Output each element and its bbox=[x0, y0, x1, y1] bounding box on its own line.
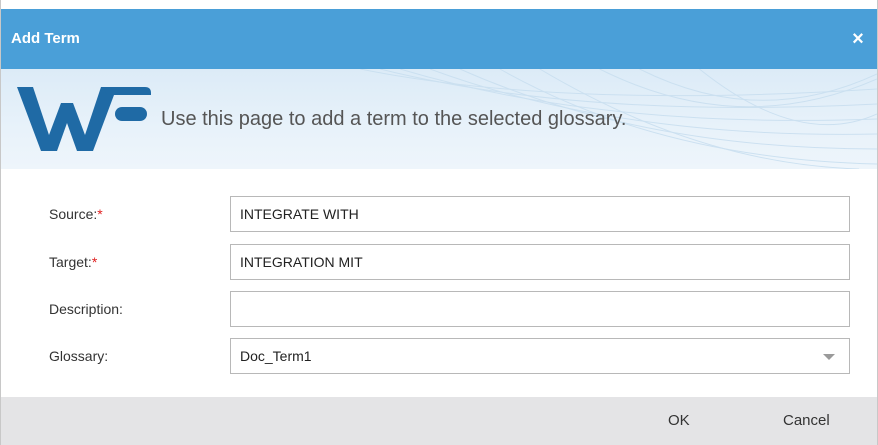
required-marker: * bbox=[91, 254, 98, 270]
add-term-dialog: Add Term × Use this page to add a term t bbox=[0, 0, 878, 445]
description-input[interactable] bbox=[230, 291, 850, 327]
target-label-text: Target: bbox=[49, 254, 92, 270]
target-label: Target:* bbox=[49, 244, 97, 280]
target-row: Target:* bbox=[1, 244, 877, 280]
source-label-text: Source: bbox=[49, 206, 98, 222]
banner-message: Use this page to add a term to the selec… bbox=[161, 108, 627, 130]
glossary-row: Glossary: Doc_Term1 bbox=[1, 338, 877, 374]
target-input[interactable] bbox=[230, 244, 850, 280]
description-label: Description: bbox=[49, 301, 123, 317]
glossary-selected-value: Doc_Term1 bbox=[240, 348, 312, 364]
glossary-label: Glossary: bbox=[49, 348, 109, 364]
wf-logo-icon bbox=[17, 87, 151, 151]
dialog-title: Add Term bbox=[11, 30, 80, 47]
dialog-footer: OK Cancel bbox=[1, 397, 877, 445]
source-row: Source:* bbox=[1, 196, 877, 232]
cancel-button[interactable]: Cancel bbox=[783, 397, 830, 445]
chevron-down-icon[interactable] bbox=[823, 354, 835, 360]
required-marker: * bbox=[97, 206, 103, 222]
dialog-titlebar: Add Term × bbox=[1, 9, 877, 69]
source-input[interactable] bbox=[230, 196, 850, 232]
glossary-select[interactable]: Doc_Term1 bbox=[230, 338, 850, 374]
ok-button[interactable]: OK bbox=[668, 397, 690, 445]
description-row: Description: bbox=[1, 291, 877, 327]
source-label: Source:* bbox=[49, 196, 103, 232]
close-icon[interactable]: × bbox=[847, 9, 869, 69]
info-banner: Use this page to add a term to the selec… bbox=[1, 69, 877, 169]
